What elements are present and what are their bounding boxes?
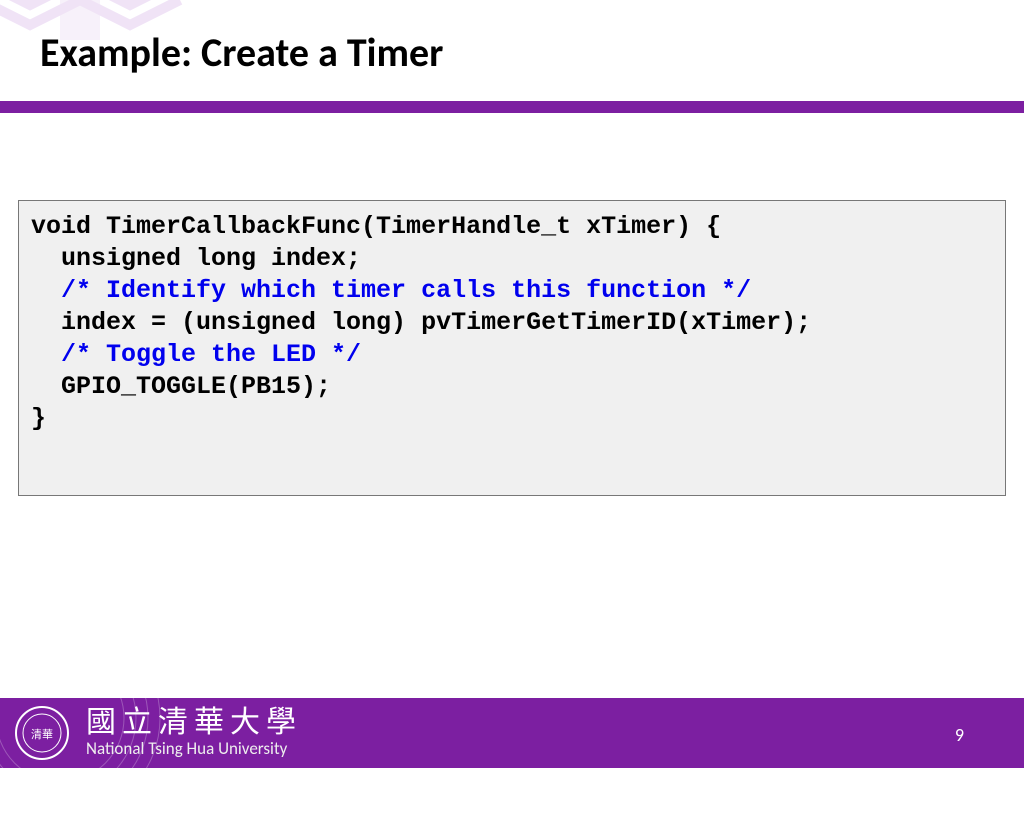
footer-bar: 清華 國立清華大學 National Tsing Hua University … (0, 698, 1024, 768)
code-line: GPIO_TOGGLE(PB15); (31, 372, 331, 401)
university-seal-icon: 清華 (14, 705, 70, 761)
slide-title: Example: Create a Timer (40, 28, 984, 77)
university-name-en: National Tsing Hua University (86, 740, 302, 759)
code-comment: /* Identify which timer calls this funct… (31, 276, 751, 305)
code-comment: /* Toggle the LED */ (31, 340, 361, 369)
page-number: 9 (955, 724, 964, 746)
university-name-cn: 國立清華大學 (86, 707, 302, 739)
code-line: index = (unsigned long) pvTimerGetTimerI… (31, 308, 811, 337)
title-divider (0, 101, 1024, 113)
code-line: unsigned long index; (31, 244, 361, 273)
code-line: void TimerCallbackFunc(TimerHandle_t xTi… (31, 212, 721, 241)
svg-text:清華: 清華 (31, 728, 53, 741)
code-block: void TimerCallbackFunc(TimerHandle_t xTi… (18, 200, 1006, 496)
code-line: } (31, 404, 46, 433)
content-area: void TimerCallbackFunc(TimerHandle_t xTi… (18, 200, 1006, 496)
